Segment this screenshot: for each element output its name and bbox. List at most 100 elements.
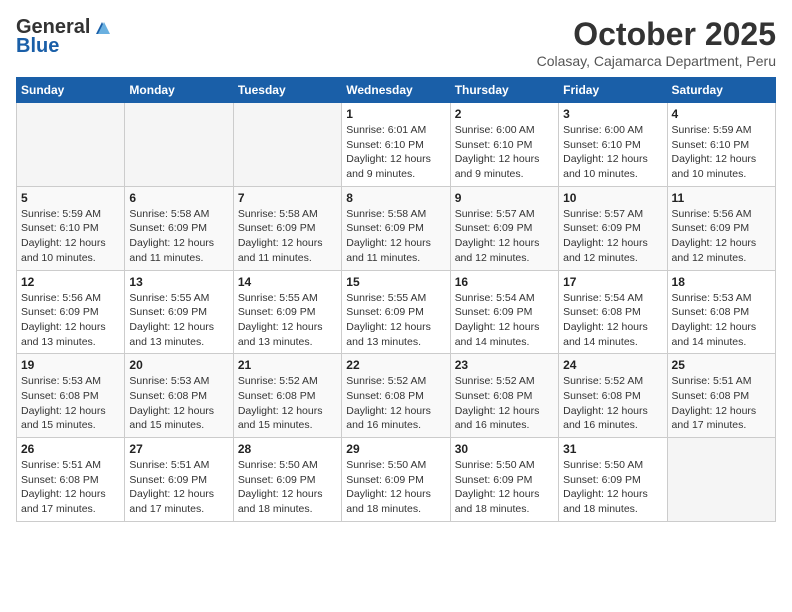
day-number: 31 — [563, 442, 662, 456]
day-number: 20 — [129, 358, 228, 372]
day-number: 12 — [21, 275, 120, 289]
day-number: 11 — [672, 191, 771, 205]
calendar-cell — [17, 103, 125, 187]
day-info: Sunrise: 5:50 AMSunset: 6:09 PMDaylight:… — [346, 458, 445, 517]
calendar-cell: 8Sunrise: 5:58 AMSunset: 6:09 PMDaylight… — [342, 186, 450, 270]
day-number: 30 — [455, 442, 554, 456]
col-thursday: Thursday — [450, 78, 558, 103]
day-number: 26 — [21, 442, 120, 456]
day-info: Sunrise: 5:56 AMSunset: 6:09 PMDaylight:… — [672, 207, 771, 266]
day-number: 17 — [563, 275, 662, 289]
day-number: 9 — [455, 191, 554, 205]
day-info: Sunrise: 6:00 AMSunset: 6:10 PMDaylight:… — [563, 123, 662, 182]
title-block: October 2025 Colasay, Cajamarca Departme… — [537, 16, 776, 69]
day-number: 29 — [346, 442, 445, 456]
day-info: Sunrise: 5:54 AMSunset: 6:08 PMDaylight:… — [563, 291, 662, 350]
col-tuesday: Tuesday — [233, 78, 341, 103]
calendar-week-row: 26 Sunrise: 5:51 AMSunset: 6:08 PMDayligh… — [17, 438, 776, 522]
month-title: October 2025 — [537, 16, 776, 53]
day-info: Sunrise: 5:51 AMSunset: 6:08 PMDaylight:… — [21, 458, 120, 517]
calendar-cell: 30 Sunrise: 5:50 AMSunset: 6:09 PMDayligh… — [450, 438, 558, 522]
day-number: 27 — [129, 442, 228, 456]
day-info: Sunrise: 6:00 AMSunset: 6:10 PMDaylight:… — [455, 123, 554, 182]
day-info: Sunrise: 5:50 AMSunset: 6:09 PMDaylight:… — [455, 458, 554, 517]
calendar-cell: 21Sunrise: 5:52 AMSunset: 6:08 PMDayligh… — [233, 354, 341, 438]
day-number: 23 — [455, 358, 554, 372]
calendar-cell — [233, 103, 341, 187]
calendar-cell: 2 Sunrise: 6:00 AMSunset: 6:10 PMDaylight… — [450, 103, 558, 187]
calendar-cell: 27 Sunrise: 5:51 AMSunset: 6:09 PMDayligh… — [125, 438, 233, 522]
col-friday: Friday — [559, 78, 667, 103]
calendar-cell: 15 Sunrise: 5:55 AMSunset: 6:09 PMDayligh… — [342, 270, 450, 354]
calendar-cell: 7 Sunrise: 5:58 AMSunset: 6:09 PMDaylight… — [233, 186, 341, 270]
calendar-cell: 16Sunrise: 5:54 AMSunset: 6:09 PMDayligh… — [450, 270, 558, 354]
calendar-cell — [125, 103, 233, 187]
calendar-cell — [667, 438, 775, 522]
day-number: 25 — [672, 358, 771, 372]
calendar-week-row: 1Sunrise: 6:01 AMSunset: 6:10 PMDaylight… — [17, 103, 776, 187]
day-info: Sunrise: 5:51 AMSunset: 6:09 PMDaylight:… — [129, 458, 228, 517]
day-info: Sunrise: 5:59 AMSunset: 6:10 PMDaylight:… — [672, 123, 771, 182]
calendar-cell: 3 Sunrise: 6:00 AMSunset: 6:10 PMDaylight… — [559, 103, 667, 187]
day-number: 15 — [346, 275, 445, 289]
day-number: 8 — [346, 191, 445, 205]
day-number: 24 — [563, 358, 662, 372]
calendar-cell: 17 Sunrise: 5:54 AMSunset: 6:08 PMDayligh… — [559, 270, 667, 354]
day-info: Sunrise: 5:57 AMSunset: 6:09 PMDaylight:… — [563, 207, 662, 266]
calendar-cell: 25 Sunrise: 5:51 AMSunset: 6:08 PMDayligh… — [667, 354, 775, 438]
col-wednesday: Wednesday — [342, 78, 450, 103]
logo: General Blue — [16, 16, 112, 58]
calendar-cell: 26 Sunrise: 5:51 AMSunset: 6:08 PMDayligh… — [17, 438, 125, 522]
calendar-cell: 12 Sunrise: 5:56 AMSunset: 6:09 PMDayligh… — [17, 270, 125, 354]
day-info: Sunrise: 5:54 AMSunset: 6:09 PMDaylight:… — [455, 291, 554, 350]
day-info: Sunrise: 5:50 AMSunset: 6:09 PMDaylight:… — [238, 458, 337, 517]
calendar-header-row: Sunday Monday Tuesday Wednesday Thursday… — [17, 78, 776, 103]
day-number: 14 — [238, 275, 337, 289]
day-number: 6 — [129, 191, 228, 205]
day-number: 4 — [672, 107, 771, 121]
calendar-cell: 28 Sunrise: 5:50 AMSunset: 6:09 PMDayligh… — [233, 438, 341, 522]
day-info: Sunrise: 5:55 AMSunset: 6:09 PMDaylight:… — [238, 291, 337, 350]
calendar-cell: 6 Sunrise: 5:58 AMSunset: 6:09 PMDaylight… — [125, 186, 233, 270]
logo-blue-text: Blue — [16, 35, 59, 58]
day-number: 13 — [129, 275, 228, 289]
calendar-week-row: 5Sunrise: 5:59 AMSunset: 6:10 PMDaylight… — [17, 186, 776, 270]
col-saturday: Saturday — [667, 78, 775, 103]
day-info: Sunrise: 5:59 AMSunset: 6:10 PMDaylight:… — [21, 207, 120, 266]
day-number: 3 — [563, 107, 662, 121]
day-number: 19 — [21, 358, 120, 372]
calendar-cell: 24 Sunrise: 5:52 AMSunset: 6:08 PMDayligh… — [559, 354, 667, 438]
day-info: Sunrise: 5:56 AMSunset: 6:09 PMDaylight:… — [21, 291, 120, 350]
day-info: Sunrise: 5:55 AMSunset: 6:09 PMDaylight:… — [346, 291, 445, 350]
calendar-cell: 20Sunrise: 5:53 AMSunset: 6:08 PMDayligh… — [125, 354, 233, 438]
calendar-week-row: 19Sunrise: 5:53 AMSunset: 6:08 PMDayligh… — [17, 354, 776, 438]
day-info: Sunrise: 5:51 AMSunset: 6:08 PMDaylight:… — [672, 374, 771, 433]
calendar-cell: 5Sunrise: 5:59 AMSunset: 6:10 PMDaylight… — [17, 186, 125, 270]
day-info: Sunrise: 5:53 AMSunset: 6:08 PMDaylight:… — [672, 291, 771, 350]
day-info: Sunrise: 6:01 AMSunset: 6:10 PMDaylight:… — [346, 123, 445, 182]
day-info: Sunrise: 5:52 AMSunset: 6:08 PMDaylight:… — [563, 374, 662, 433]
calendar-cell: 31 Sunrise: 5:50 AMSunset: 6:09 PMDayligh… — [559, 438, 667, 522]
day-number: 28 — [238, 442, 337, 456]
col-monday: Monday — [125, 78, 233, 103]
day-number: 7 — [238, 191, 337, 205]
calendar-week-row: 12 Sunrise: 5:56 AMSunset: 6:09 PMDayligh… — [17, 270, 776, 354]
day-number: 22 — [346, 358, 445, 372]
calendar-cell: 1Sunrise: 6:01 AMSunset: 6:10 PMDaylight… — [342, 103, 450, 187]
logo-icon — [92, 18, 112, 38]
location: Colasay, Cajamarca Department, Peru — [537, 53, 776, 69]
day-number: 21 — [238, 358, 337, 372]
day-info: Sunrise: 5:52 AMSunset: 6:08 PMDaylight:… — [346, 374, 445, 433]
col-sunday: Sunday — [17, 78, 125, 103]
calendar-table: Sunday Monday Tuesday Wednesday Thursday… — [16, 77, 776, 522]
calendar-cell: 10Sunrise: 5:57 AMSunset: 6:09 PMDayligh… — [559, 186, 667, 270]
calendar-cell: 9Sunrise: 5:57 AMSunset: 6:09 PMDaylight… — [450, 186, 558, 270]
day-info: Sunrise: 5:58 AMSunset: 6:09 PMDaylight:… — [129, 207, 228, 266]
calendar-cell: 29 Sunrise: 5:50 AMSunset: 6:09 PMDayligh… — [342, 438, 450, 522]
calendar-cell: 18Sunrise: 5:53 AMSunset: 6:08 PMDayligh… — [667, 270, 775, 354]
day-number: 2 — [455, 107, 554, 121]
calendar-cell: 22 Sunrise: 5:52 AMSunset: 6:08 PMDayligh… — [342, 354, 450, 438]
calendar-cell: 13Sunrise: 5:55 AMSunset: 6:09 PMDayligh… — [125, 270, 233, 354]
day-info: Sunrise: 5:50 AMSunset: 6:09 PMDaylight:… — [563, 458, 662, 517]
day-info: Sunrise: 5:58 AMSunset: 6:09 PMDaylight:… — [238, 207, 337, 266]
